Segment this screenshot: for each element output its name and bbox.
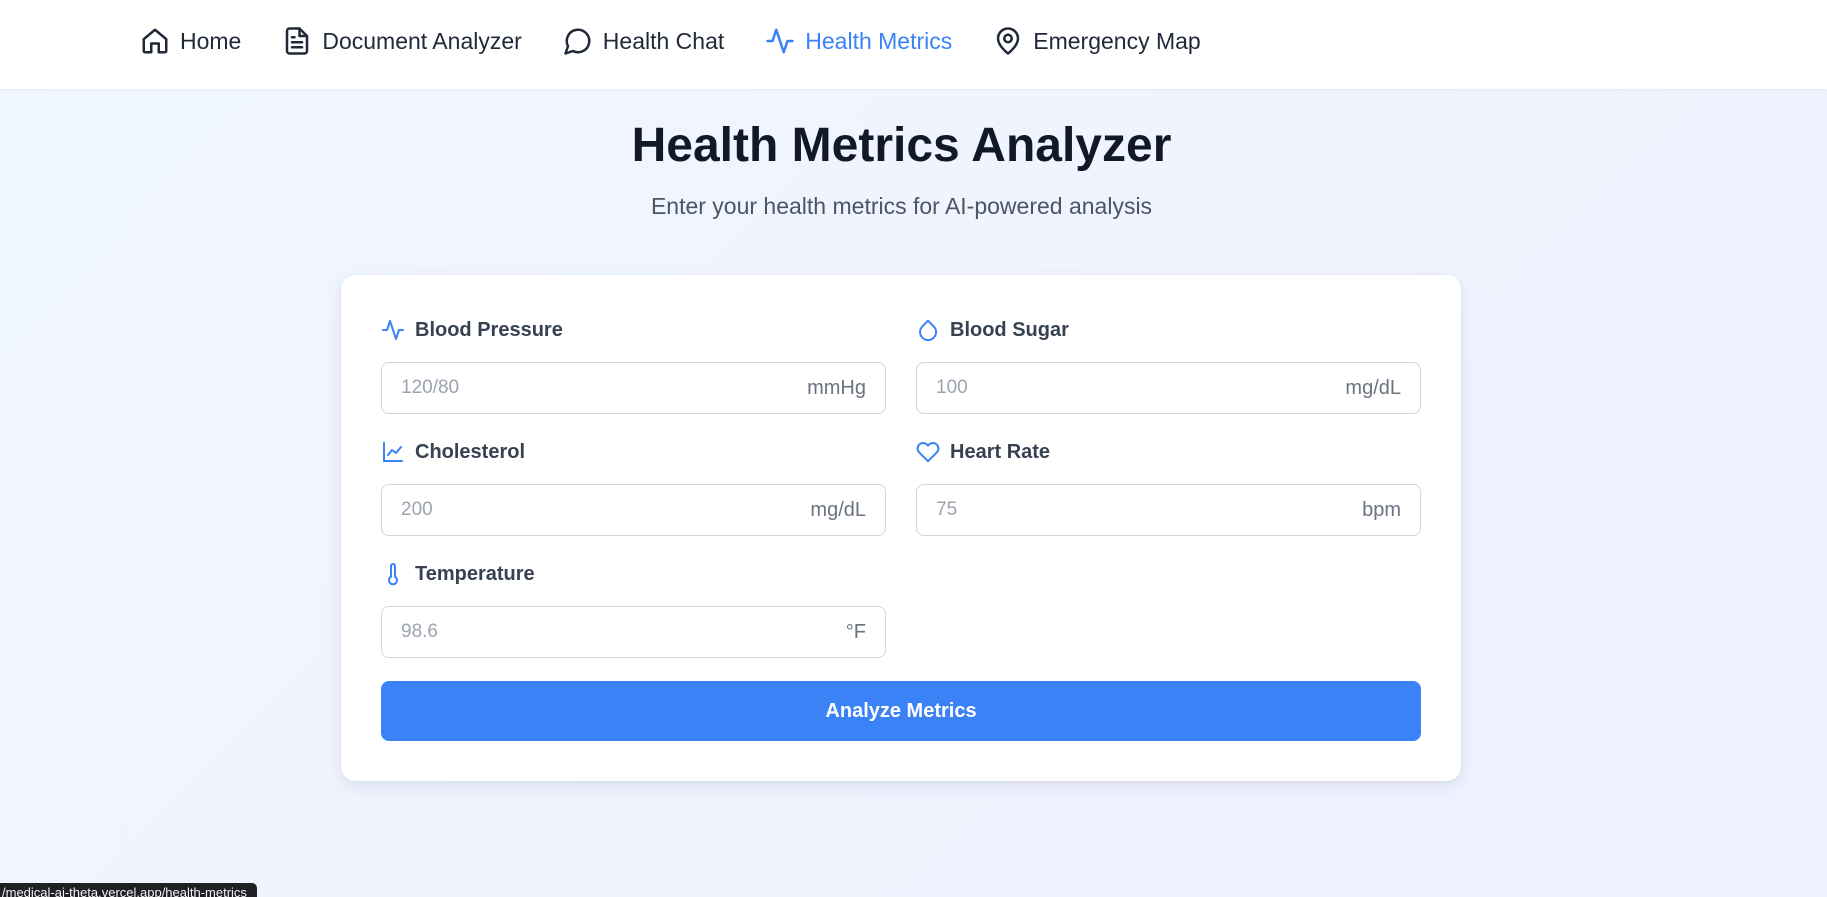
nav-links: Home Document Analyzer Health Chat Healt… — [140, 0, 1242, 82]
droplet-icon — [919, 319, 938, 341]
cholesterol-input-wrap: mg/dL — [381, 484, 886, 536]
page-subtitle: Enter your health metrics for AI-powered… — [650, 193, 1153, 219]
chat-bubble-icon — [564, 28, 591, 55]
field-label: Cholesterol — [415, 440, 526, 463]
unit-label: mg/dL — [1345, 377, 1401, 399]
nav-item-emergency-map[interactable]: Emergency Map — [993, 26, 1201, 56]
blood-sugar-input-wrap: mg/dL — [916, 362, 1421, 414]
heart-rate-field: Heart Rate bpm — [916, 437, 1421, 536]
heart-rate-input[interactable] — [916, 484, 1421, 536]
status-bar-url: /medical-ai-theta.vercel.app/health-metr… — [0, 883, 257, 897]
temperature-input[interactable] — [381, 606, 886, 658]
temperature-field: Temperature °F — [381, 559, 886, 658]
line-chart-icon — [383, 442, 403, 462]
unit-label: bpm — [1362, 499, 1401, 521]
nav-item-label: Emergency Map — [1033, 27, 1201, 54]
nav-item-document-analyzer[interactable]: Document Analyzer — [282, 26, 522, 56]
nav-item-label: Home — [180, 27, 242, 54]
cholesterol-field: Cholesterol mg/dL — [381, 437, 886, 536]
unit-label: mg/dL — [810, 499, 866, 521]
map-pin-icon — [997, 27, 1020, 55]
thermometer-icon — [388, 563, 398, 586]
activity-icon — [382, 320, 404, 340]
top-navbar: Home Document Analyzer Health Chat Healt… — [0, 0, 1827, 89]
field-label: Temperature — [415, 562, 535, 585]
nav-item-health-chat[interactable]: Health Chat — [563, 26, 724, 56]
nav-item-home[interactable]: Home — [140, 26, 241, 56]
blood-sugar-field: Blood Sugar mg/dL — [916, 315, 1421, 414]
activity-icon — [766, 28, 795, 54]
temperature-label-row: Temperature — [381, 559, 886, 589]
document-icon — [286, 27, 309, 55]
nav-item-label: Document Analyzer — [322, 27, 522, 54]
blood-pressure-label-row: Blood Pressure — [381, 315, 886, 345]
heart-icon — [916, 442, 940, 463]
page-title: Health Metrics Analyzer — [631, 119, 1172, 172]
cholesterol-label-row: Cholesterol — [381, 437, 886, 467]
heart-rate-input-wrap: bpm — [916, 484, 1421, 536]
unit-label: °F — [845, 621, 866, 643]
temperature-input-wrap: °F — [381, 606, 886, 658]
metrics-form-card: Blood Pressure mmHg Blood Sugar mg/dL Ch… — [341, 275, 1461, 781]
blood-sugar-label-row: Blood Sugar — [916, 315, 1421, 345]
analyze-metrics-button[interactable]: Analyze Metrics — [381, 681, 1421, 741]
nav-item-health-metrics[interactable]: Health Metrics — [765, 26, 952, 56]
blood-pressure-input-wrap: mmHg — [381, 362, 886, 414]
field-label: Blood Sugar — [950, 318, 1069, 341]
home-icon — [142, 28, 168, 54]
nav-item-label: Health Chat — [602, 27, 725, 54]
field-label: Blood Pressure — [415, 318, 563, 341]
nav-item-label: Health Metrics — [805, 27, 953, 54]
unit-label: mmHg — [807, 377, 866, 399]
blood-pressure-field: Blood Pressure mmHg — [381, 315, 886, 414]
field-label: Heart Rate — [950, 440, 1051, 463]
heart-rate-label-row: Heart Rate — [916, 437, 1421, 467]
